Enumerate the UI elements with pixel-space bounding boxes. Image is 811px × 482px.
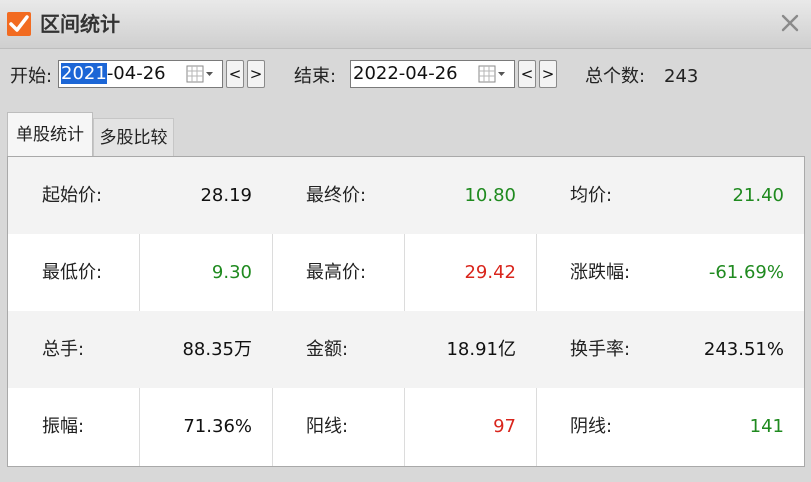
end-label: 结束: (294, 66, 337, 87)
end-calendar-button[interactable] (478, 65, 506, 83)
stat-value: 9.30 (211, 262, 252, 283)
start-label: 开始: (10, 66, 53, 87)
stat-value: 10.80 (464, 185, 516, 206)
stats-row: 起始价: 28.19 最终价: 10.80 均价: 21.40 (8, 157, 804, 234)
stat-key: 最终价: (306, 185, 367, 206)
count-label: 总个数: (585, 66, 646, 87)
dropdown-arrow-icon (498, 72, 505, 76)
stat-key: 振幅: (42, 416, 85, 437)
stat-key: 涨跌幅: (570, 262, 631, 283)
stat-value: 18.91亿 (446, 339, 516, 360)
stats-grid: 起始价: 28.19 最终价: 10.80 均价: 21.40 最低价: 9.3… (7, 156, 805, 467)
start-next-button[interactable]: > (247, 60, 265, 88)
tab-multi-stock[interactable]: 多股比较 (93, 118, 174, 156)
stat-key: 换手率: (570, 339, 631, 360)
check-logo-icon (7, 12, 31, 36)
stat-key: 阳线: (306, 416, 349, 437)
close-icon[interactable] (779, 12, 801, 34)
stat-key: 均价: (570, 185, 613, 206)
stat-value: 28.19 (200, 185, 252, 206)
stats-row: 总手: 88.35万 金额: 18.91亿 换手率: 243.51% (8, 311, 804, 388)
stat-value: 71.36% (183, 416, 252, 437)
stat-value: 141 (749, 416, 784, 437)
stat-key: 最高价: (306, 262, 367, 283)
end-date-field[interactable]: 2022-04-26 (350, 60, 515, 88)
stat-value: 243.51% (703, 339, 784, 360)
end-prev-button[interactable]: < (518, 60, 536, 88)
stat-value: 29.42 (464, 262, 516, 283)
start-prev-button[interactable]: < (226, 60, 244, 88)
stat-key: 起始价: (42, 185, 103, 206)
stat-key: 最低价: (42, 262, 103, 283)
stat-value: 88.35万 (182, 339, 252, 360)
stat-key: 阴线: (570, 416, 613, 437)
stat-value: 21.40 (732, 185, 784, 206)
start-date-year-selected: 2021 (61, 63, 107, 84)
tab-bar: 单股统计 多股比较 (0, 112, 811, 156)
end-date-value: 2022-04-26 (353, 63, 458, 84)
stat-key: 总手: (42, 339, 85, 360)
stat-value: -61.69% (708, 262, 784, 283)
end-next-button[interactable]: > (539, 60, 557, 88)
start-date-rest: -04-26 (106, 63, 166, 84)
calendar-icon (186, 65, 213, 83)
title-bar: 区间统计 (0, 0, 811, 49)
tab-single-stock[interactable]: 单股统计 (7, 112, 93, 156)
stats-row: 振幅: 71.36% 阳线: 97 阴线: 141 (8, 388, 804, 465)
stats-row: 最低价: 9.30 最高价: 29.42 涨跌幅: -61.69% (8, 234, 804, 311)
stat-key: 金额: (306, 339, 349, 360)
start-date-value: 2021-04-26 (61, 62, 166, 86)
start-calendar-button[interactable] (186, 65, 214, 83)
start-date-field[interactable]: 2021-04-26 (58, 60, 223, 88)
window-title: 区间统计 (40, 12, 120, 36)
dropdown-arrow-icon (206, 72, 213, 76)
date-range-toolbar: 开始: 2021-04-26 < > 结束: 2022-04-26 < > 总个… (0, 48, 811, 108)
count-value: 243 (664, 66, 699, 87)
calendar-icon (478, 65, 505, 83)
stat-value: 97 (493, 416, 516, 437)
